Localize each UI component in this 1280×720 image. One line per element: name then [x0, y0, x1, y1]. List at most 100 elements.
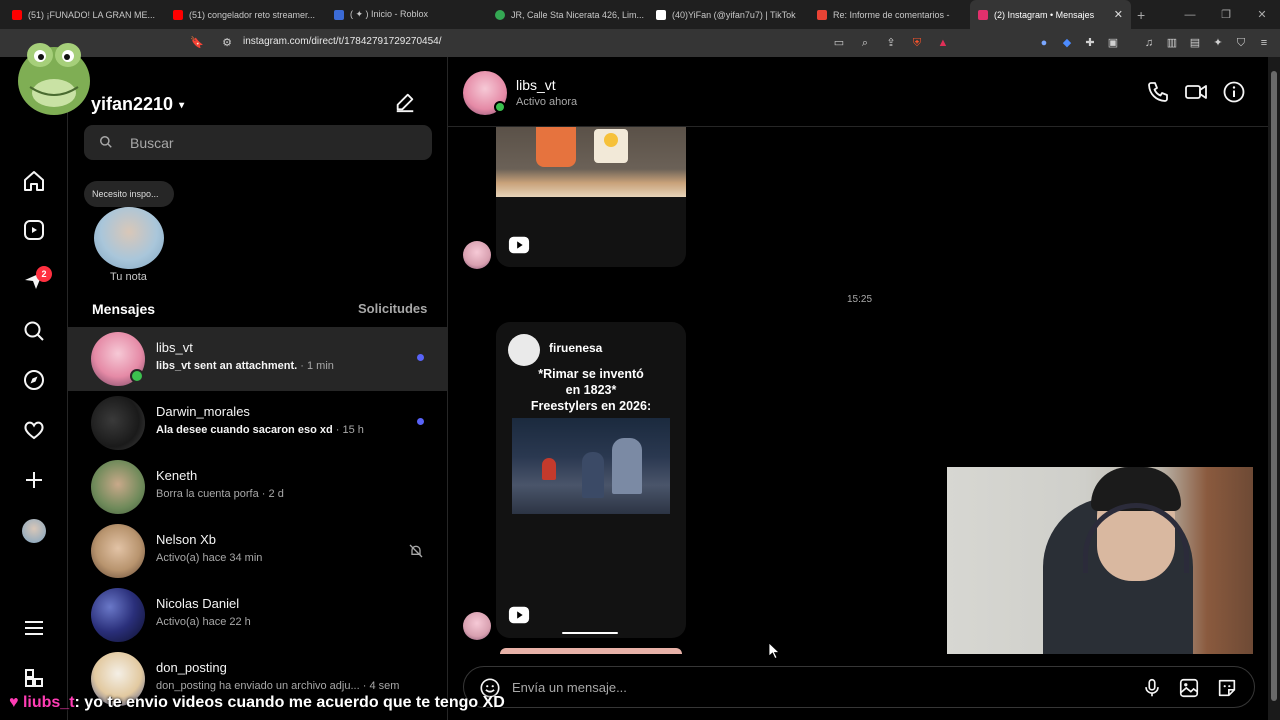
- conversation-preview: Ala desee cuando sacaron eso xd · 15 h: [156, 424, 364, 436]
- browser-tab[interactable]: ( ✦ ) Inicio - Roblox: [326, 0, 487, 29]
- browser-tab[interactable]: Re: Informe de comentarios -: [809, 0, 970, 29]
- zoom-icon[interactable]: ⌕: [858, 36, 872, 50]
- scrollbar-thumb[interactable]: [1271, 71, 1277, 701]
- site-settings-icon[interactable]: ⚙: [220, 36, 234, 50]
- sender-avatar: [463, 612, 491, 640]
- note-label: Tu nota: [110, 271, 147, 283]
- sidebar-icon[interactable]: ▥: [1165, 36, 1179, 50]
- online-indicator: [130, 369, 144, 383]
- shared-reel[interactable]: [496, 127, 686, 267]
- chat-title[interactable]: libs_vt: [516, 77, 556, 93]
- account-switcher[interactable]: yifan2210 ▾: [91, 94, 184, 115]
- roblox-icon: [334, 9, 344, 20]
- message-placeholder: Envía un mensaje...: [512, 680, 627, 695]
- wallet-icon[interactable]: ▤: [1188, 36, 1202, 50]
- note-avatar[interactable]: [94, 207, 164, 269]
- mouse-cursor-icon: [769, 643, 779, 659]
- online-indicator: [494, 101, 506, 113]
- url-text[interactable]: instagram.com/direct/t/17842791729270454…: [243, 36, 441, 47]
- reel-author-avatar: [508, 334, 540, 366]
- home-icon[interactable]: [22, 169, 46, 193]
- conversation-name: don_posting: [156, 660, 227, 675]
- search-input[interactable]: Buscar: [84, 125, 432, 160]
- tab-label: ( ✦ ) Inicio - Roblox: [350, 9, 429, 19]
- search-icon[interactable]: [22, 319, 46, 343]
- search-icon: [100, 136, 112, 148]
- microphone-icon[interactable]: [1141, 677, 1163, 699]
- conversation-preview: libs_vt sent an attachment. · 1 min: [156, 360, 334, 372]
- close-window-icon[interactable]: ✕: [1244, 8, 1280, 21]
- conversation-row[interactable]: libs_vt libs_vt sent an attachment. · 1 …: [68, 327, 447, 391]
- vpn-icon[interactable]: ⛉: [1234, 36, 1248, 50]
- requests-link[interactable]: Solicitudes: [358, 301, 427, 316]
- conversation-row[interactable]: Darwin_morales Ala desee cuando sacaron …: [68, 391, 447, 455]
- conversation-preview: Activo(a) hace 22 h: [156, 616, 251, 628]
- address-bar: 🔖 ⚙ instagram.com/direct/t/1784279172927…: [0, 29, 1280, 57]
- info-icon[interactable]: [1222, 80, 1246, 104]
- browser-tab[interactable]: JR, Calle Sta Nicerata 426, Lim...: [487, 0, 648, 29]
- tab-label: (40)YiFan (@yifan7u7) | TikTok: [672, 9, 796, 20]
- conversation-row[interactable]: Nicolas Daniel Activo(a) hace 22 h: [68, 583, 447, 647]
- compose-icon[interactable]: [394, 91, 416, 113]
- reel-caption-line: Freestylers en 2026:: [530, 399, 652, 413]
- play-icon[interactable]: [508, 604, 530, 626]
- stream-chat-overlay: ♥ liubs_t: yo te envio videos cuando me …: [9, 694, 505, 712]
- brave-shield-icon[interactable]: ⛨: [910, 36, 924, 50]
- menu-icon[interactable]: ≡: [1257, 36, 1271, 50]
- extension-icon[interactable]: ●: [1037, 36, 1051, 50]
- browser-tab-active[interactable]: (2) Instagram • Mensajes ✕: [970, 0, 1131, 29]
- browser-tab[interactable]: (51) congelador reto streamer...: [165, 0, 326, 29]
- messages-heading: Mensajes: [92, 301, 156, 317]
- explore-icon[interactable]: [22, 368, 46, 392]
- page-scrollbar[interactable]: [1268, 57, 1280, 720]
- conversation-row[interactable]: Keneth Borra la cuenta porfa · 2 d: [68, 455, 447, 519]
- conversation-preview: don_posting ha enviado un archivo adju..…: [156, 680, 400, 692]
- tab-label: JR, Calle Sta Nicerata 426, Lim...: [511, 9, 645, 20]
- tab-label: Re: Informe de comentarios -: [833, 9, 950, 20]
- bookmark-icon[interactable]: 🔖: [190, 36, 204, 50]
- window-controls: — ❐ ✕: [1172, 0, 1280, 29]
- conversation-name: Nicolas Daniel: [156, 596, 240, 611]
- image-icon[interactable]: [1178, 677, 1200, 699]
- play-icon[interactable]: [508, 234, 530, 256]
- sticker-icon[interactable]: [1216, 677, 1238, 699]
- reel-progress: [562, 632, 618, 634]
- conversation-name: Nelson Xb: [156, 532, 216, 547]
- apps-icon[interactable]: [22, 666, 46, 690]
- reel-caption-line: *Rimar se inventó: [538, 367, 644, 381]
- conversation-preview: Borra la cuenta porfa · 2 d: [156, 488, 284, 500]
- tab-search-icon[interactable]: ▣: [1106, 36, 1120, 50]
- share-icon[interactable]: ⇪: [884, 36, 898, 50]
- phone-icon[interactable]: [1146, 80, 1170, 104]
- heart-icon[interactable]: [22, 418, 46, 442]
- chat-status: Activo ahora: [516, 96, 578, 108]
- close-tab-icon[interactable]: ✕: [1114, 8, 1123, 21]
- note-bubble[interactable]: Necesito inspo...: [84, 181, 174, 207]
- tiktok-icon: [656, 9, 666, 20]
- more-icon[interactable]: [22, 616, 46, 640]
- video-call-icon[interactable]: [1184, 80, 1208, 104]
- unread-dot: [417, 418, 424, 425]
- maximize-icon[interactable]: ❐: [1208, 8, 1244, 21]
- brave-rewards-icon[interactable]: ▲: [936, 36, 950, 50]
- chat-header: libs_vt Activo ahora: [448, 57, 1268, 127]
- avatar: [91, 524, 145, 578]
- youtube-icon: [173, 9, 183, 20]
- create-icon[interactable]: [22, 468, 46, 492]
- leo-icon[interactable]: ✦: [1211, 36, 1225, 50]
- message-input[interactable]: Envía un mensaje...: [463, 666, 1255, 708]
- browser-tab[interactable]: (40)YiFan (@yifan7u7) | TikTok: [648, 0, 809, 29]
- screen-icon[interactable]: ▭: [832, 36, 846, 50]
- new-tab-icon[interactable]: +: [1137, 7, 1145, 23]
- extension-icon[interactable]: ◆: [1060, 36, 1074, 50]
- profile-icon[interactable]: [22, 519, 46, 543]
- minimize-icon[interactable]: —: [1172, 9, 1208, 21]
- reels-icon[interactable]: [22, 218, 46, 242]
- media-icon[interactable]: ♫: [1142, 36, 1156, 50]
- conversation-row[interactable]: Nelson Xb Activo(a) hace 34 min: [68, 519, 447, 583]
- shared-reel[interactable]: firuenesa *Rimar se inventó en 1823* Fre…: [496, 322, 686, 638]
- avatar: [91, 588, 145, 642]
- extensions-puzzle-icon[interactable]: ✚: [1083, 36, 1097, 50]
- sender-avatar: [463, 241, 491, 269]
- reel-author-name[interactable]: firuenesa: [549, 341, 602, 355]
